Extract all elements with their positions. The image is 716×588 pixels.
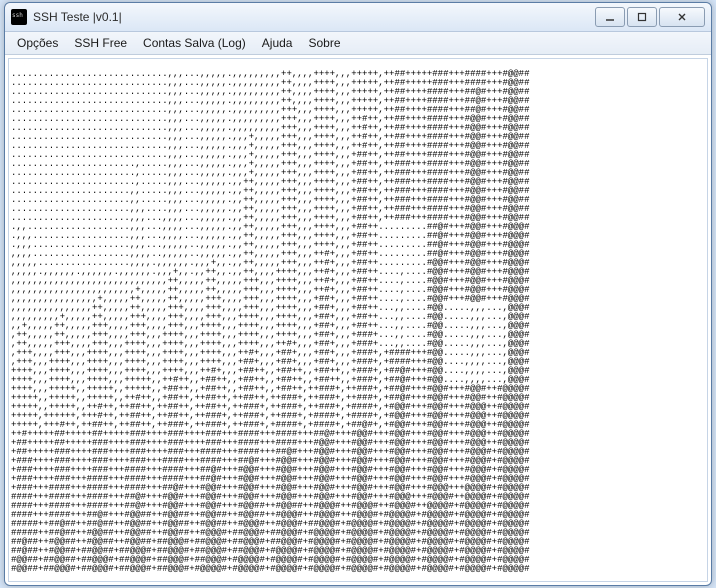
- maximize-icon: [637, 12, 647, 22]
- titlebar: SSH Teste |v0.1|: [5, 3, 711, 32]
- close-icon: [677, 12, 687, 22]
- menubar: Opções SSH Free Contas Salva (Log) Ajuda…: [5, 32, 711, 55]
- window-title: SSH Teste |v0.1|: [33, 10, 595, 24]
- menu-ssh-free[interactable]: SSH Free: [66, 34, 135, 52]
- close-button[interactable]: [659, 7, 705, 27]
- menu-sobre[interactable]: Sobre: [300, 34, 348, 52]
- ascii-banner: .............................,,,...,,,,,…: [9, 68, 707, 576]
- ssh-icon: [11, 9, 27, 25]
- menu-ajuda[interactable]: Ajuda: [254, 34, 301, 52]
- minimize-icon: [605, 12, 615, 22]
- menu-opcoes[interactable]: Opções: [9, 34, 66, 52]
- minimize-button[interactable]: [595, 7, 625, 27]
- app-window: SSH Teste |v0.1| Opções SSH Free Contas …: [4, 2, 712, 586]
- window-controls: [595, 7, 705, 27]
- menu-contas-salva[interactable]: Contas Salva (Log): [135, 34, 254, 52]
- maximize-button[interactable]: [627, 7, 657, 27]
- client-area: .............................,,,...,,,,,…: [8, 58, 708, 582]
